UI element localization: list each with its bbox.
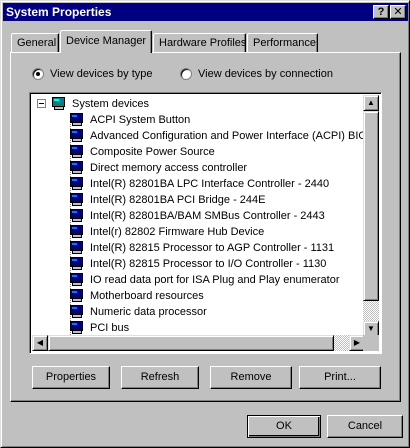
tree-item[interactable]: PCI bus (69, 320, 129, 336)
monitor-icon (69, 113, 85, 127)
tree-item[interactable]: Intel(r) 82802 Firmware Hub Device (69, 224, 264, 240)
monitor-icon (69, 145, 85, 159)
tree-item-label: Intel(R) 82801BA/BAM SMBus Controller - … (90, 210, 325, 222)
view-by-connection-label: View devices by connection (198, 68, 333, 80)
help-button[interactable]: ? (373, 5, 389, 19)
monitor-icon (69, 209, 85, 223)
tree-item-label: Intel(R) 82801BA LPC Interface Controlle… (90, 178, 330, 190)
tree-item-label: PCI bus (90, 322, 130, 334)
radio-unchecked-icon (180, 68, 192, 80)
monitor-icon (69, 273, 85, 287)
computer-icon (51, 97, 67, 111)
tree-item[interactable]: Intel(R) 82801BA/BAM SMBus Controller - … (69, 208, 325, 224)
tree-item[interactable]: Intel(R) 82815 Processor to I/O Controll… (69, 256, 326, 272)
tree-item-label: Motherboard resources (90, 290, 204, 302)
system-properties-window: System Properties ? ✕ General Device Man… (0, 0, 410, 448)
vertical-scroll-thumb[interactable] (363, 111, 379, 301)
tab-device-manager-label: Device Manager (66, 35, 147, 47)
tab-performance[interactable]: Performance (247, 33, 318, 53)
monitor-icon (69, 257, 85, 271)
tab-general[interactable]: General (11, 33, 59, 53)
tab-device-manager[interactable]: Device Manager (60, 30, 152, 53)
tree-item[interactable]: Numeric data processor (69, 304, 207, 320)
view-by-connection-radio[interactable]: View devices by connection (180, 68, 333, 80)
radio-checked-icon (32, 68, 44, 80)
tree-item[interactable]: Composite Power Source (69, 144, 215, 160)
monitor-icon (69, 193, 85, 207)
monitor-icon (69, 129, 85, 143)
tree-item-label: Intel(R) 82815 Processor to I/O Controll… (90, 258, 327, 270)
tree-item[interactable]: Intel(R) 82815 Processor to AGP Controll… (69, 240, 334, 256)
close-button[interactable]: ✕ (390, 5, 406, 19)
monitor-icon (69, 289, 85, 303)
ok-button[interactable]: OK (247, 415, 321, 438)
monitor-icon (69, 321, 85, 335)
title-bar[interactable]: System Properties ? ✕ (3, 3, 408, 21)
tree-item[interactable]: Intel(R) 82801BA LPC Interface Controlle… (69, 176, 329, 192)
tree-item[interactable]: Direct memory access controller (69, 160, 247, 176)
tab-general-label: General (17, 37, 57, 49)
tab-performance-label: Performance (253, 37, 316, 49)
tree-item-label: Intel(R) 82815 Processor to AGP Controll… (90, 242, 335, 254)
horizontal-scrollbar[interactable]: ◀ ▶ (32, 335, 365, 351)
horizontal-scroll-thumb[interactable] (48, 335, 334, 351)
tree-item[interactable]: Advanced Configuration and Power Interfa… (69, 128, 365, 144)
device-tree: System devices ACPI System Button Advance… (32, 95, 365, 337)
device-tree-list[interactable]: System devices ACPI System Button Advance… (29, 92, 382, 354)
cancel-button[interactable]: Cancel (327, 415, 403, 438)
view-by-type-label: View devices by type (50, 68, 153, 80)
tab-hardware-profiles[interactable]: Hardware Profiles (153, 33, 246, 53)
tree-item-label: Advanced Configuration and Power Interfa… (90, 130, 365, 142)
tree-item-label: Intel(R) 82801BA PCI Bridge - 244E (90, 194, 266, 206)
tree-item[interactable]: Motherboard resources (69, 288, 204, 304)
tree-item[interactable]: Intel(R) 82801BA PCI Bridge - 244E (69, 192, 265, 208)
tree-item-label: Intel(r) 82802 Firmware Hub Device (90, 226, 265, 238)
tree-item-label: Composite Power Source (90, 146, 215, 158)
cancel-button-label: Cancel (347, 420, 383, 432)
tree-item[interactable]: ACPI System Button (69, 112, 190, 128)
tree-item-label: IO read data port for ISA Plug and Play … (90, 274, 340, 286)
monitor-icon (69, 177, 85, 191)
monitor-icon (69, 161, 85, 175)
tree-item-label: Direct memory access controller (90, 162, 248, 174)
view-by-type-radio[interactable]: View devices by type (32, 68, 153, 80)
vertical-scrollbar[interactable]: ▲ ▼ (363, 95, 379, 337)
ok-button-label: OK (276, 420, 292, 432)
tree-item[interactable]: IO read data port for ISA Plug and Play … (69, 272, 339, 288)
scroll-corner (363, 335, 379, 351)
monitor-icon (69, 305, 85, 319)
monitor-icon (69, 241, 85, 255)
window-title: System Properties (6, 5, 112, 19)
tree-item-label: Numeric data processor (90, 306, 207, 318)
tree-root-system-devices[interactable]: System devices (51, 96, 149, 112)
monitor-icon (69, 225, 85, 239)
tree-item-label: ACPI System Button (90, 114, 191, 126)
scroll-up-button[interactable]: ▲ (363, 95, 379, 111)
scroll-left-button[interactable]: ◀ (32, 335, 48, 351)
tree-root-label: System devices (72, 98, 150, 110)
collapse-icon[interactable] (37, 99, 46, 108)
tab-hardware-profiles-label: Hardware Profiles (159, 37, 247, 49)
